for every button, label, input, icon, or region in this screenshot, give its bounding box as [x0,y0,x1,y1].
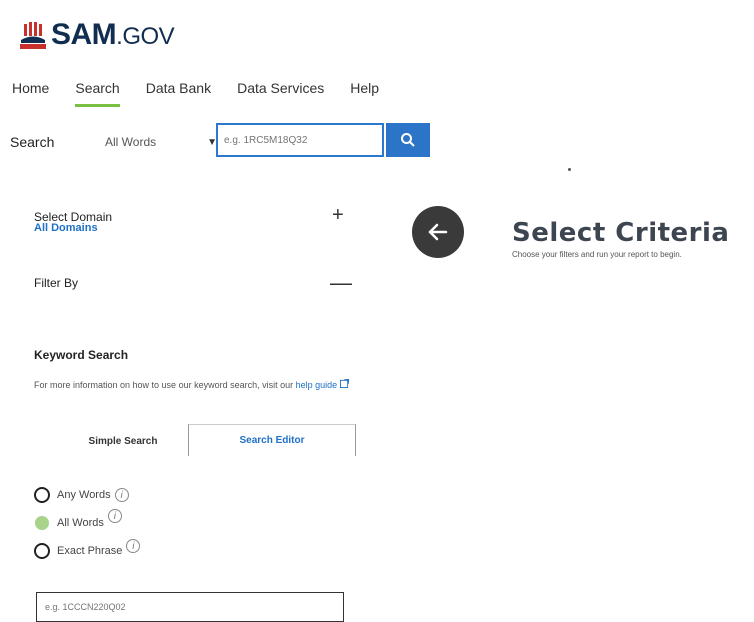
keyword-search-title: Keyword Search [34,348,129,362]
radio-all-words[interactable]: All Words i [34,509,122,530]
decorative-dot [568,168,571,171]
search-icon [401,133,415,147]
radio-circle [34,543,50,559]
radio-exact-phrase[interactable]: Exact Phrase i [34,539,141,559]
search-mode-select[interactable]: All Words ▼ [105,135,217,149]
search-button[interactable] [386,123,430,157]
filter-by-label: Filter By [34,276,79,290]
keyword-help-text: For more information on how to use our k… [34,378,354,392]
domain-value[interactable]: All Domains [34,222,98,234]
select-criteria-title: Select Criteria [512,218,730,248]
nav-data-bank[interactable]: Data Bank [146,80,211,107]
help-guide-link[interactable]: help guide [296,380,338,390]
keyword-input[interactable] [36,592,344,622]
radio-any-words[interactable]: Any Words i [34,487,129,503]
search-label: Search [10,134,55,150]
radio-circle-checked [35,516,49,530]
arrow-left-icon [428,223,448,241]
radio-label: All Words [57,517,104,529]
radio-label: Any Words [57,489,111,501]
info-icon[interactable]: i [107,509,122,523]
capitol-flag-icon [20,22,46,49]
search-mode-value: All Words [105,135,157,149]
info-icon[interactable]: i [126,539,141,553]
search-input[interactable] [216,123,384,157]
radio-circle [34,487,50,503]
nav-home[interactable]: Home [12,80,49,107]
select-criteria-subtitle: Choose your filters and run your report … [512,250,682,259]
back-button[interactable] [412,206,464,258]
radio-label: Exact Phrase [57,545,123,557]
info-icon[interactable]: i [114,488,129,502]
external-link-icon [339,379,349,388]
tab-search-editor[interactable]: Search Editor [188,424,356,456]
logo-text: SAM.GOV [51,18,175,51]
main-nav: Home Search Data Bank Data Services Help [12,80,405,107]
tab-simple-search[interactable]: Simple Search [60,426,186,456]
expand-domain-icon[interactable]: + [332,204,344,227]
nav-search[interactable]: Search [75,80,120,107]
sam-logo[interactable]: SAM.GOV [18,12,175,52]
nav-data-services[interactable]: Data Services [237,80,324,107]
nav-help[interactable]: Help [350,80,379,107]
collapse-filter-icon[interactable]: — [330,270,352,296]
